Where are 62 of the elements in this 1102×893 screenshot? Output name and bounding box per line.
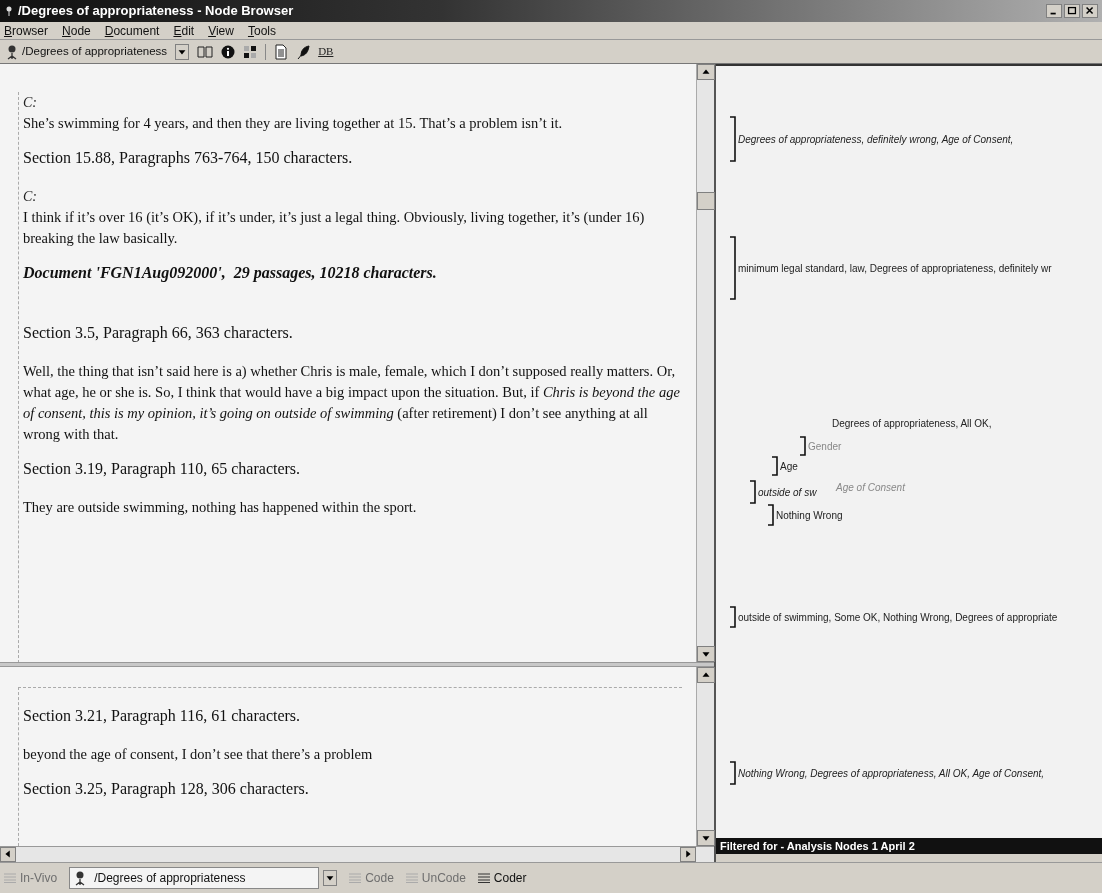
grid-icon[interactable] xyxy=(243,44,258,59)
vertical-scrollbar[interactable] xyxy=(696,667,714,846)
menu-item[interactable]: View xyxy=(208,21,234,40)
info-icon[interactable] xyxy=(221,44,236,59)
lines-icon xyxy=(477,873,490,883)
document-heading: Document 'FGN1Aug092000', 29 passages, 10218 characters. xyxy=(23,263,438,284)
speaker-label: C: xyxy=(23,188,38,206)
lines-icon xyxy=(4,873,16,883)
section-heading: Section 3.21, Paragraph 116, 61 characters. xyxy=(23,706,302,727)
coding-bracket xyxy=(730,116,736,162)
menu-item[interactable]: Document xyxy=(104,21,160,40)
dropdown-caret-icon[interactable] xyxy=(323,870,338,886)
person-node-icon xyxy=(6,43,18,60)
document-icon[interactable] xyxy=(274,43,289,60)
coding-bracket xyxy=(730,606,736,628)
app-icon xyxy=(4,5,14,17)
vertical-scrollbar[interactable] xyxy=(696,64,714,662)
coding-stripe-label[interactable]: Nothing Wrong, Degrees of appropriateness, All OK, Age of Consent, xyxy=(738,765,1045,781)
passage-text: Well, the thing that isn’t said here is a) whether Chris is male, female, which I don’t supposed really matters. Or, what age, he or she is. So, I think that would have a big impact upon the situation. But, if Chris is beyond the age of consent, this is my opinion, it’s going on outside of swimming (after retirement) I don’t see anything at all wrong with that. xyxy=(23,362,681,444)
passage-text: They are outside swimming, nothing has happened within the sport. xyxy=(23,498,418,517)
passage-text: She’s swimming for 4 years, and then they are living together at 15. That’s a problem isn’t it. xyxy=(23,114,564,133)
node-selector[interactable]: /Degrees of appropriateness xyxy=(69,867,320,889)
book-icon[interactable] xyxy=(197,44,214,59)
coding-bracket xyxy=(800,436,806,456)
section-heading: Section 15.88, Paragraphs 763-764, 150 characters. xyxy=(23,148,354,169)
coding-stripe-label[interactable]: Degrees of appropriateness, All OK, xyxy=(832,416,992,431)
node-selector[interactable]: /Degrees of appropriateness xyxy=(6,42,168,61)
coding-stripe-label[interactable]: outside of swimming, Some OK, Nothing Wrong, Degrees of appropriate xyxy=(738,609,1058,625)
menu-item[interactable]: Edit xyxy=(173,21,195,40)
coding-stripe-label[interactable]: minimum legal standard, law, Degrees of appropriateness, definitely wr xyxy=(738,260,1052,276)
section-heading: Section 3.25, Paragraph 128, 306 characters. xyxy=(23,779,310,800)
db-button[interactable]: DB xyxy=(318,43,334,60)
section-heading: Section 3.19, Paragraph 110, 65 characters. xyxy=(23,459,302,480)
filter-bar: Filtered for - Analysis Nodes 1 April 2 xyxy=(716,838,1102,854)
menu-item[interactable]: Browser xyxy=(4,21,49,40)
window-title: /Degrees of appropriateness - Node Browser xyxy=(18,2,294,21)
close-icon[interactable] xyxy=(1082,4,1098,18)
coding-bracket xyxy=(772,456,778,476)
scrollbar-thumb[interactable] xyxy=(697,192,715,210)
coding-bracket xyxy=(730,236,736,300)
coding-stripe-label[interactable]: Nothing Wrong xyxy=(776,507,843,523)
coding-stripe-label[interactable]: outside of sw xyxy=(758,484,817,500)
dropdown-caret-icon[interactable] xyxy=(175,43,190,60)
maximize-icon[interactable] xyxy=(1064,4,1080,18)
person-node-icon xyxy=(74,870,87,886)
coding-bracket xyxy=(730,761,736,785)
passage-text: I think if it’s over 16 (it’s OK), if it’s under, it’s just a legal thing. Obviously, living together, it’s (under 16) breaking the law basically. xyxy=(23,208,646,248)
lines-icon xyxy=(349,873,362,883)
coding-stripe-label[interactable]: Degrees of appropriateness, definitely wrong, Age of Consent, xyxy=(738,131,1014,147)
horizontal-scrollbar[interactable] xyxy=(0,846,714,862)
coding-stripe-label[interactable]: Age xyxy=(780,458,798,474)
passage-text: beyond the age of consent, I don’t see that there’s a problem xyxy=(23,745,374,764)
leaf-icon[interactable] xyxy=(296,43,311,60)
speaker-label: C: xyxy=(23,94,38,112)
coding-bracket xyxy=(768,504,774,526)
coding-bracket xyxy=(750,480,756,504)
menu-item[interactable]: Tools xyxy=(247,21,276,40)
section-heading: Section 3.5, Paragraph 66, 363 characters. xyxy=(23,323,294,344)
minimize-icon[interactable] xyxy=(1046,4,1062,18)
coding-button[interactable]: Coder xyxy=(477,869,527,887)
lines-icon xyxy=(405,873,418,883)
menu-item[interactable]: Node xyxy=(62,21,91,40)
